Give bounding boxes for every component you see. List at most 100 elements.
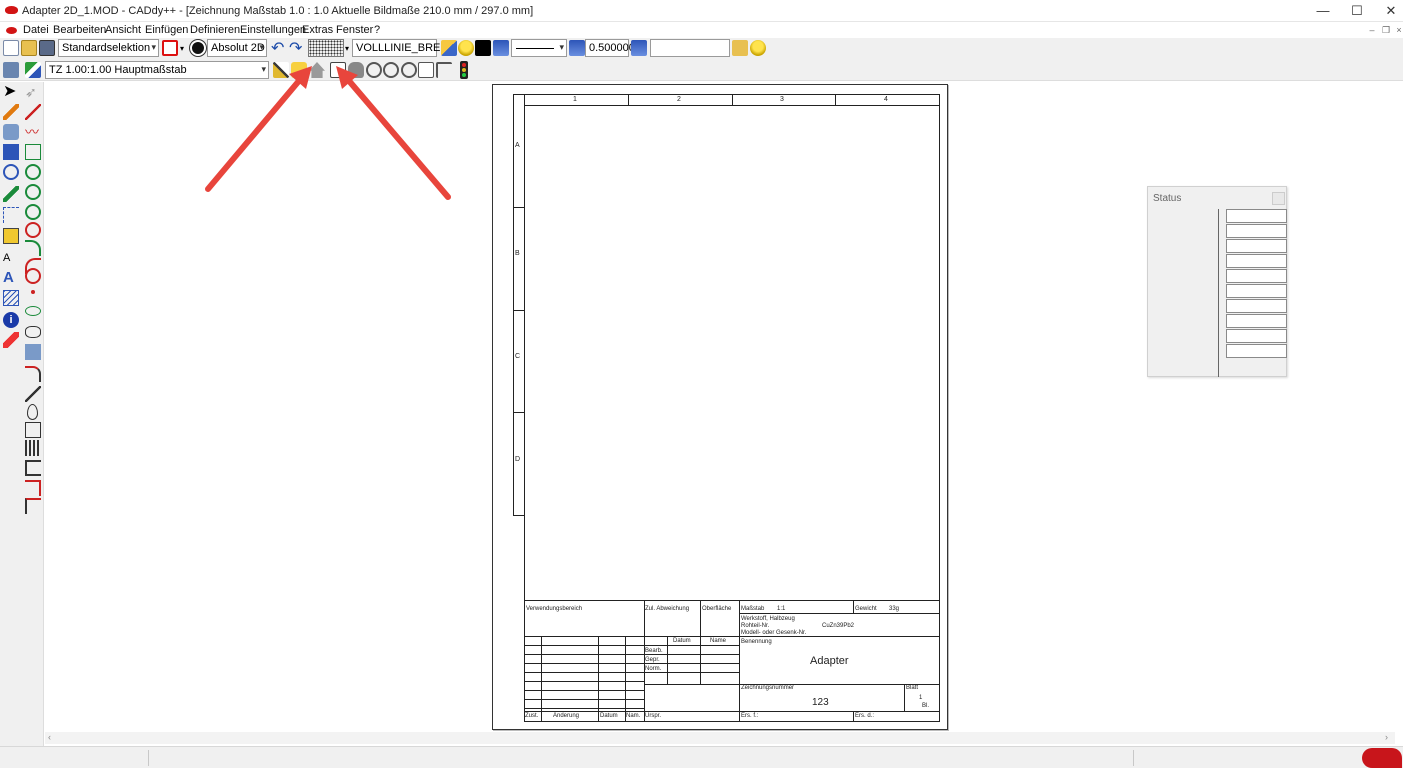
line-style-combo[interactable]: ▾: [511, 39, 567, 57]
polyline-icon[interactable]: 〰: [25, 124, 41, 140]
menu-datei[interactable]: Datei: [23, 24, 49, 36]
cube-icon[interactable]: [25, 422, 41, 438]
transform-icon[interactable]: [3, 144, 19, 160]
status-panel-divider: [1218, 209, 1219, 377]
rounded-rect-icon[interactable]: [25, 326, 41, 338]
pointer-alt-icon[interactable]: ➶: [25, 84, 41, 100]
horizontal-scrollbar[interactable]: ‹ ›: [45, 732, 1395, 744]
circle-tangent-icon[interactable]: [25, 204, 41, 220]
eraser-icon[interactable]: [3, 332, 19, 348]
menu-einfuegen[interactable]: Einfügen: [145, 24, 188, 36]
menu-einstellungen[interactable]: Einstellungen: [240, 24, 306, 36]
rectangle-icon[interactable]: [25, 144, 41, 160]
status-bar: [0, 746, 1403, 768]
select-filter-icon[interactable]: [162, 40, 178, 56]
selection-mode-combo[interactable]: Standardselektion ▾: [58, 39, 159, 57]
circle-center-icon[interactable]: [25, 184, 41, 200]
dimension-icon[interactable]: [3, 207, 19, 223]
drawing-toolbox: ➤ ➶ 〰 A A i: [0, 82, 44, 746]
mdi-restore-button[interactable]: ❐: [1380, 25, 1392, 36]
scroll-right-icon[interactable]: ›: [1385, 732, 1388, 742]
zoom-previous-icon[interactable]: [418, 62, 434, 78]
menu-fenster[interactable]: Fenster: [336, 24, 373, 36]
maximize-button[interactable]: ☐: [1340, 0, 1374, 22]
layer-icon[interactable]: [441, 40, 457, 56]
scale-edit-icon[interactable]: [273, 62, 289, 78]
show-all-icon[interactable]: [291, 62, 307, 78]
bracket-icon[interactable]: [25, 460, 41, 476]
line-icon[interactable]: [25, 104, 41, 120]
grid-icon[interactable]: [308, 39, 344, 57]
menu-definieren[interactable]: Definieren: [190, 24, 240, 36]
text-icon[interactable]: A: [3, 250, 19, 266]
label-name: Name: [710, 638, 727, 644]
zoom-in-icon[interactable]: [366, 62, 382, 78]
pan-hand-icon[interactable]: [348, 62, 364, 78]
point-icon[interactable]: [31, 290, 35, 294]
circle-3point-icon[interactable]: [25, 222, 41, 238]
linetype-field[interactable]: VOLLLINIE_BREIT: [352, 39, 450, 57]
mdi-minimize-button[interactable]: –: [1366, 25, 1378, 36]
menu-ansicht[interactable]: Ansicht: [105, 24, 141, 36]
mdi-close-button[interactable]: ×: [1393, 25, 1403, 36]
scale-combo[interactable]: TZ 1.00:1.00 Hauptmaßstab ▾: [45, 61, 269, 79]
close-button[interactable]: ✕: [1374, 0, 1403, 22]
command-field[interactable]: [650, 39, 730, 57]
info-icon[interactable]: i: [3, 312, 19, 328]
hatch-icon[interactable]: [3, 228, 19, 244]
drawing-sheet[interactable]: 1 2 3 4 A B C D Verwendungsbereich Zul. …: [492, 84, 948, 730]
bars-icon[interactable]: [25, 440, 41, 456]
layer-manager-icon[interactable]: [631, 40, 647, 56]
open-folder-icon[interactable]: [21, 40, 37, 56]
scroll-left-icon[interactable]: ‹: [48, 732, 51, 742]
linewidth-field[interactable]: 0.500000: [585, 39, 635, 57]
redraw-icon[interactable]: [436, 62, 452, 78]
layer-scale-icon[interactable]: [25, 62, 41, 78]
arc-icon[interactable]: [25, 240, 41, 256]
undo-icon[interactable]: ↶: [271, 38, 284, 58]
edit-icon[interactable]: [3, 124, 19, 140]
print-icon[interactable]: [3, 62, 19, 78]
filter-dropdown-icon[interactable]: ▾: [180, 44, 184, 53]
corner-alt-icon[interactable]: [25, 498, 41, 514]
chamfer-icon[interactable]: [25, 386, 41, 402]
pen-width-icon[interactable]: [569, 40, 585, 56]
home-view-icon[interactable]: [309, 62, 325, 78]
row-label-b: B: [515, 250, 520, 257]
zoom-all-icon[interactable]: [401, 62, 417, 78]
ellipse-icon[interactable]: [25, 306, 41, 316]
spline-icon[interactable]: [27, 404, 38, 420]
coordinate-mode-combo[interactable]: Absolut 2D ▾: [207, 39, 267, 57]
redo-icon[interactable]: ↷: [289, 38, 302, 58]
new-file-icon[interactable]: [3, 40, 19, 56]
traffic-light-icon[interactable]: [460, 61, 468, 79]
green-pen-icon[interactable]: [3, 186, 19, 202]
rotate-icon[interactable]: [3, 164, 19, 180]
layer-stack-icon[interactable]: [493, 40, 509, 56]
menu-extras[interactable]: Extras: [302, 24, 333, 36]
color-swatch-icon[interactable]: [475, 40, 491, 56]
folder-layer-icon[interactable]: [732, 40, 748, 56]
ring-icon[interactable]: [25, 268, 41, 284]
circle-icon[interactable]: [25, 164, 41, 180]
lightbulb-icon[interactable]: [750, 40, 766, 56]
document-logo-icon[interactable]: [6, 27, 17, 34]
bulb-icon[interactable]: [458, 40, 474, 56]
minimize-button[interactable]: —: [1306, 0, 1340, 22]
save-icon[interactable]: [39, 40, 55, 56]
menu-bearbeiten[interactable]: Bearbeiten: [53, 24, 106, 36]
coordinate-system-icon[interactable]: [190, 40, 206, 56]
block-icon[interactable]: [25, 344, 41, 360]
pencil-icon[interactable]: [3, 104, 19, 120]
menu-help[interactable]: ?: [374, 24, 380, 36]
text-style-icon[interactable]: A: [3, 270, 19, 286]
window-zoom-icon[interactable]: [330, 62, 346, 78]
select-pointer-icon[interactable]: ➤: [3, 84, 19, 100]
grid-dropdown-icon[interactable]: ▾: [345, 44, 349, 53]
vertical-scrollbar[interactable]: [1395, 82, 1403, 732]
corner-icon[interactable]: [25, 480, 41, 496]
hatch-pattern-icon[interactable]: [3, 290, 19, 306]
fillet-icon[interactable]: [25, 366, 41, 382]
status-panel-close-button[interactable]: [1272, 192, 1285, 205]
zoom-out-icon[interactable]: [383, 62, 399, 78]
